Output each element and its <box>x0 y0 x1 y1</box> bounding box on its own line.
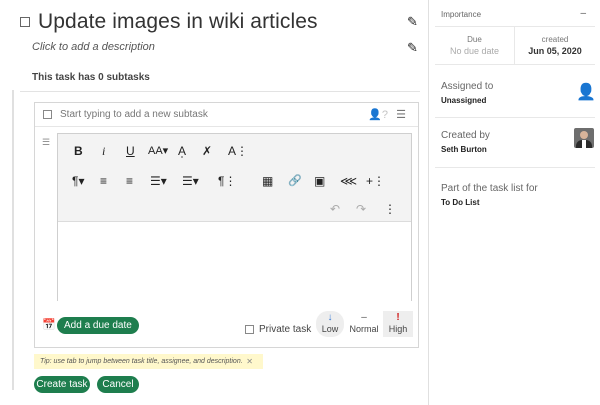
due-date-field[interactable]: Due No due date <box>435 27 515 64</box>
italic-button[interactable]: i <box>102 144 105 159</box>
underline-button[interactable]: U <box>126 144 135 158</box>
assigned-value: Unassigned <box>441 96 487 105</box>
clear-format-button[interactable]: ✗ <box>202 144 212 158</box>
edit-title-pencil-icon[interactable]: ✎ <box>407 14 418 30</box>
task-list-value[interactable]: To Do List <box>441 198 480 207</box>
subtask-input[interactable] <box>60 109 350 120</box>
created-by-value: Seth Burton <box>441 145 487 154</box>
private-task-checkbox[interactable] <box>245 325 254 334</box>
left-accent-bar <box>12 90 14 390</box>
avatar <box>574 128 594 148</box>
priority-normal-label: Normal <box>349 324 379 334</box>
collapse-icon[interactable]: – <box>580 8 586 19</box>
priority-normal-button[interactable]: – Normal <box>347 311 381 337</box>
rich-text-editor: B i U AA▾ A̩ ✗ A⋮ ¶▾ ≡ ≡ ☰▾ ☰▾ ¶⋮ ▦ 🔗 ▣ … <box>57 133 412 301</box>
add-due-date-button[interactable]: Add a due date <box>57 317 139 334</box>
task-list-label: Part of the task list for <box>441 183 538 194</box>
more-text-button[interactable]: A⋮ <box>228 144 248 158</box>
more-paragraph-button[interactable]: ¶⋮ <box>218 174 236 188</box>
created-by-label: Created by <box>441 130 490 141</box>
unordered-list-button[interactable]: ☰▾ <box>182 174 199 188</box>
create-task-button[interactable]: Create task <box>34 376 90 393</box>
assigned-section[interactable]: Assigned to Unassigned <box>435 66 595 118</box>
created-by-section: Created by Seth Burton <box>435 118 595 168</box>
title-row: Update images in wiki articles <box>20 10 318 34</box>
tip-text: Tip: use tab to jump between task title,… <box>40 358 243 365</box>
task-editor: Update images in wiki articles ✎ Click t… <box>0 0 428 405</box>
edit-description-pencil-icon[interactable]: ✎ <box>407 40 418 56</box>
dates-panel: Due No due date created Jun 05, 2020 <box>435 26 595 65</box>
subtask-checkbox[interactable] <box>43 110 52 119</box>
new-subtask-box: 👤? ☰ ☰ B i U AA▾ A̩ ✗ A⋮ ¶▾ ≡ ≡ ☰▾ ☰▾ ¶⋮ <box>34 102 419 348</box>
created-label: created <box>541 35 569 44</box>
priority-low-button[interactable]: ↓ Low <box>316 311 344 337</box>
text-color-button[interactable]: A̩ <box>178 144 186 158</box>
subtask-menu-icon[interactable]: ☰ <box>396 108 406 121</box>
assigned-label: Assigned to <box>441 81 494 92</box>
table-icon[interactable]: ▦ <box>262 174 273 188</box>
undo-icon[interactable]: ↶ <box>330 202 340 216</box>
low-priority-icon: ↓ <box>327 312 333 323</box>
bold-button[interactable]: B <box>74 144 83 158</box>
editor-body[interactable] <box>58 222 411 301</box>
task-title[interactable]: Update images in wiki articles <box>38 10 318 34</box>
more-options-icon[interactable]: ⋮ <box>384 202 396 216</box>
calendar-icon[interactable]: 📅 <box>42 318 56 331</box>
subtask-count: This task has 0 subtasks <box>32 72 150 83</box>
task-complete-checkbox[interactable] <box>20 17 30 27</box>
assign-subtask-icon[interactable]: 👤? <box>368 108 388 121</box>
align-left-button[interactable]: ≡ <box>100 174 107 188</box>
share-icon[interactable]: ⋘ <box>340 174 357 188</box>
created-date-field: created Jun 05, 2020 <box>515 27 595 64</box>
normal-priority-icon: – <box>361 312 367 323</box>
due-value: No due date <box>449 46 500 56</box>
priority-low-label: Low <box>321 324 339 334</box>
link-icon[interactable]: 🔗 <box>288 174 302 187</box>
high-priority-icon: ! <box>396 312 400 323</box>
divider <box>20 91 420 92</box>
importance-label: Importance <box>441 10 482 19</box>
redo-icon[interactable]: ↷ <box>356 202 366 216</box>
subtask-row: 👤? ☰ <box>35 103 418 127</box>
more-insert-button[interactable]: +⋮ <box>366 174 385 188</box>
task-list-section: Part of the task list for To Do List <box>435 168 595 218</box>
priority-high-label: High <box>388 324 408 334</box>
description-placeholder[interactable]: Click to add a description <box>32 41 155 53</box>
tip-banner: Tip: use tab to jump between task title,… <box>34 354 263 369</box>
private-task-label: Private task <box>259 324 312 335</box>
image-icon[interactable]: ▣ <box>314 174 325 188</box>
paragraph-format-button[interactable]: ¶▾ <box>72 174 84 188</box>
due-label: Due <box>467 35 482 44</box>
description-lines-icon: ☰ <box>42 137 51 147</box>
align-center-button[interactable]: ≡ <box>126 174 133 188</box>
task-details-sidebar: Importance – Due No due date created Jun… <box>428 0 600 405</box>
ordered-list-button[interactable]: ☰▾ <box>150 174 167 188</box>
font-size-button[interactable]: AA▾ <box>148 144 168 157</box>
created-value: Jun 05, 2020 <box>528 46 582 56</box>
close-tip-icon[interactable]: ✕ <box>246 354 253 369</box>
editor-toolbar: B i U AA▾ A̩ ✗ A⋮ ¶▾ ≡ ≡ ☰▾ ☰▾ ¶⋮ ▦ 🔗 ▣ … <box>58 134 411 222</box>
assignee-placeholder-icon[interactable]: 👤 <box>576 82 596 102</box>
private-task-toggle[interactable]: Private task <box>245 324 311 335</box>
cancel-button[interactable]: Cancel <box>97 376 139 393</box>
priority-high-button[interactable]: ! High <box>383 311 413 337</box>
